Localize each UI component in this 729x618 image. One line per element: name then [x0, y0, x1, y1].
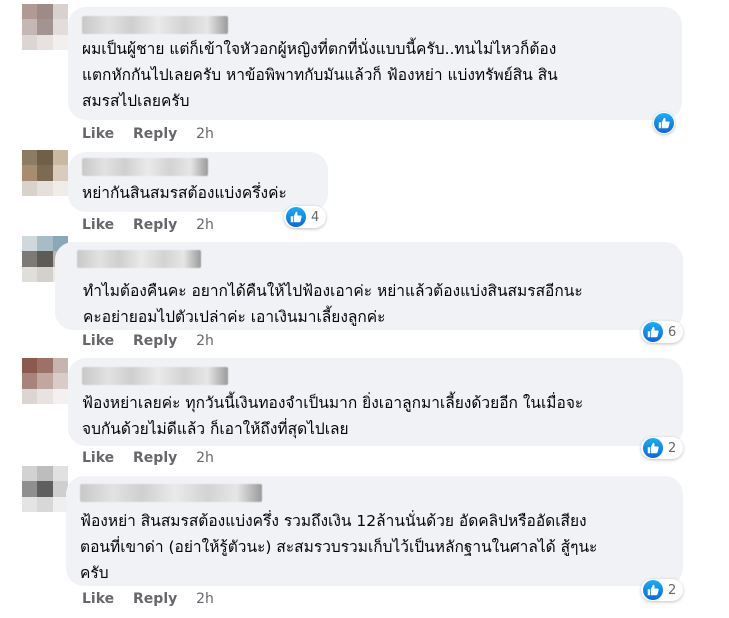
comment-actions: Like Reply 2h — [82, 591, 228, 607]
reaction-count: 4 — [311, 209, 320, 225]
comment-text: หย่ากันสินสมรสต้องแบ่งครึ่งค่ะ — [82, 180, 287, 206]
avatar[interactable] — [22, 150, 68, 196]
author-name-blurred[interactable] — [77, 250, 201, 268]
comment-actions: Like Reply 2h — [82, 450, 228, 466]
comment: หย่ากันสินสมรสต้องแบ่งครึ่งค่ะ 4 Like Re… — [0, 150, 729, 240]
comment-text: ผมเป็นผู้ชาย แต่ก็เข้าใจหัวอกผู้หญิงที่ต… — [82, 36, 558, 114]
comment-actions: Like Reply 2h — [82, 126, 228, 142]
comment: ทำไมต้องคืนคะ อยากได้คืนให้ไปฟ้องเอาค่ะ … — [0, 236, 729, 356]
comment-bubble: ฟ้องหย่า สินสมรสต้องแบ่งครึ่ง รวมถึงเงิน… — [66, 476, 683, 586]
reaction-count: 6 — [668, 324, 677, 340]
comment-text: ฟ้องหย่า สินสมรสต้องแบ่งครึ่ง รวมถึงเงิน… — [80, 508, 597, 586]
comment-line: ครับ — [80, 564, 109, 582]
like-link[interactable]: Like — [82, 591, 114, 607]
comment-bubble: ฟ้องหย่าเลยค่ะ ทุกวันนี้เงินทองจำเป็นมาก… — [68, 358, 683, 446]
comment-line: ฟ้องหย่า สินสมรสต้องแบ่งครึ่ง รวมถึงเงิน… — [80, 512, 587, 530]
like-thumb-icon — [643, 580, 663, 600]
comment-line: จบกันด้วยไม่ดีแล้ว ก็เอาให้ถึงที่สุดไปเล… — [82, 420, 349, 438]
avatar[interactable] — [22, 4, 68, 50]
comment-bubble: หย่ากันสินสมรสต้องแบ่งครึ่งค่ะ — [68, 152, 328, 212]
comment-line: สมรสไปเลยครับ — [82, 92, 190, 110]
author-name-blurred[interactable] — [82, 16, 228, 34]
reply-link[interactable]: Reply — [133, 126, 177, 142]
comment-line: หย่ากันสินสมรสต้องแบ่งครึ่งค่ะ — [82, 184, 287, 202]
comment-text: ทำไมต้องคืนคะ อยากได้คืนให้ไปฟ้องเอาค่ะ … — [83, 278, 583, 330]
timestamp[interactable]: 2h — [196, 333, 214, 349]
reaction-count: 2 — [668, 440, 677, 456]
reaction-badge[interactable]: 6 — [641, 321, 684, 343]
comment: ฟ้องหย่าเลยค่ะ ทุกวันนี้เงินทองจำเป็นมาก… — [0, 356, 729, 472]
reaction-count: 2 — [668, 582, 677, 598]
like-thumb-icon — [643, 322, 663, 342]
like-link[interactable]: Like — [82, 217, 114, 233]
comment: ผมเป็นผู้ชาย แต่ก็เข้าใจหัวอกผู้หญิงที่ต… — [0, 0, 729, 150]
like-thumb-icon — [654, 113, 674, 133]
comment-bubble: ทำไมต้องคืนคะ อยากได้คืนให้ไปฟ้องเอาค่ะ … — [55, 242, 683, 330]
like-thumb-icon — [643, 438, 663, 458]
reaction-badge[interactable]: 4 — [284, 206, 327, 228]
comment-line: ผมเป็นผู้ชาย แต่ก็เข้าใจหัวอกผู้หญิงที่ต… — [82, 40, 557, 58]
comment-line: ฟ้องหย่าเลยค่ะ ทุกวันนี้เงินทองจำเป็นมาก… — [82, 394, 584, 412]
comment-line: แตกหักกันไปเลยครับ หาข้อพิพาทกับมันแล้วก… — [82, 66, 558, 84]
reply-link[interactable]: Reply — [133, 591, 177, 607]
like-link[interactable]: Like — [82, 333, 114, 349]
comment-bubble: ผมเป็นผู้ชาย แต่ก็เข้าใจหัวอกผู้หญิงที่ต… — [68, 7, 682, 120]
comment-line: ตอนที่เขาด่า (อย่าให้รู้ตัวนะ) สะสมรวบรว… — [80, 538, 598, 556]
author-name-blurred[interactable] — [82, 158, 208, 176]
comment-actions: Like Reply 2h — [82, 333, 228, 349]
comment-text: ฟ้องหย่าเลยค่ะ ทุกวันนี้เงินทองจำเป็นมาก… — [82, 390, 583, 442]
comment: ฟ้องหย่า สินสมรสต้องแบ่งครึ่ง รวมถึงเงิน… — [0, 466, 729, 618]
author-name-blurred[interactable] — [80, 484, 262, 502]
reaction-badge[interactable]: 2 — [641, 579, 684, 601]
comment-line: คะอย่ายอมไปตัวเปล่าค่ะ เอาเงินมาเลี้ยงลู… — [83, 308, 386, 326]
comment-line: ทำไมต้องคืนคะ อยากได้คืนให้ไปฟ้องเอาค่ะ … — [83, 282, 583, 300]
reaction-badge[interactable] — [653, 112, 675, 134]
like-thumb-icon — [286, 207, 306, 227]
timestamp[interactable]: 2h — [196, 126, 214, 142]
avatar[interactable] — [22, 358, 68, 404]
timestamp[interactable]: 2h — [196, 217, 214, 233]
like-link[interactable]: Like — [82, 126, 114, 142]
avatar[interactable] — [22, 466, 68, 512]
reply-link[interactable]: Reply — [133, 217, 177, 233]
like-link[interactable]: Like — [82, 450, 114, 466]
reaction-badge[interactable]: 2 — [641, 437, 684, 459]
timestamp[interactable]: 2h — [196, 450, 214, 466]
reply-link[interactable]: Reply — [133, 333, 177, 349]
reply-link[interactable]: Reply — [133, 450, 177, 466]
author-name-blurred[interactable] — [82, 367, 228, 385]
comment-actions: Like Reply 2h — [82, 217, 228, 233]
timestamp[interactable]: 2h — [196, 591, 214, 607]
